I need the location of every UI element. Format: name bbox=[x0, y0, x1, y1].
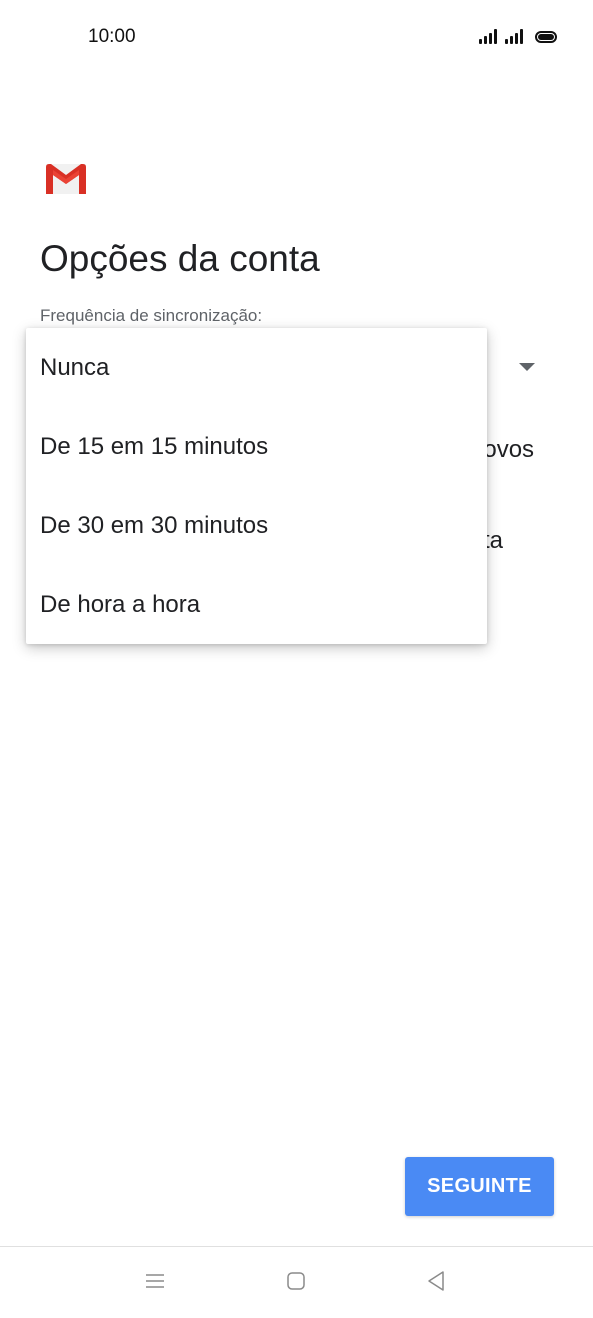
page-title: Opções da conta bbox=[40, 238, 320, 279]
next-button[interactable]: SEGUINTE bbox=[405, 1157, 554, 1216]
gmail-logo-icon bbox=[46, 164, 86, 194]
menu-icon[interactable] bbox=[140, 1266, 170, 1296]
nav-divider bbox=[0, 1246, 593, 1247]
status-time: 10:00 bbox=[88, 26, 136, 47]
menu-item-15-minutes[interactable]: De 15 em 15 minutos bbox=[26, 407, 487, 486]
signal-icon bbox=[505, 28, 523, 44]
menu-item-never[interactable]: Nunca bbox=[26, 328, 487, 407]
screen: 10:00 Opções da conta Frequência de sinc… bbox=[0, 0, 593, 1318]
dropdown-arrow-icon[interactable] bbox=[519, 363, 535, 371]
signal-icon bbox=[479, 28, 497, 44]
sync-frequency-label: Frequência de sincronização: bbox=[40, 306, 263, 325]
sync-frequency-menu: Nunca De 15 em 15 minutos De 30 em 30 mi… bbox=[26, 328, 487, 644]
menu-item-hourly[interactable]: De hora a hora bbox=[26, 565, 487, 644]
back-icon[interactable] bbox=[421, 1266, 451, 1296]
status-icons bbox=[479, 28, 557, 44]
battery-icon bbox=[535, 31, 557, 43]
home-icon[interactable] bbox=[281, 1266, 311, 1296]
menu-item-30-minutes[interactable]: De 30 em 30 minutos bbox=[26, 486, 487, 565]
